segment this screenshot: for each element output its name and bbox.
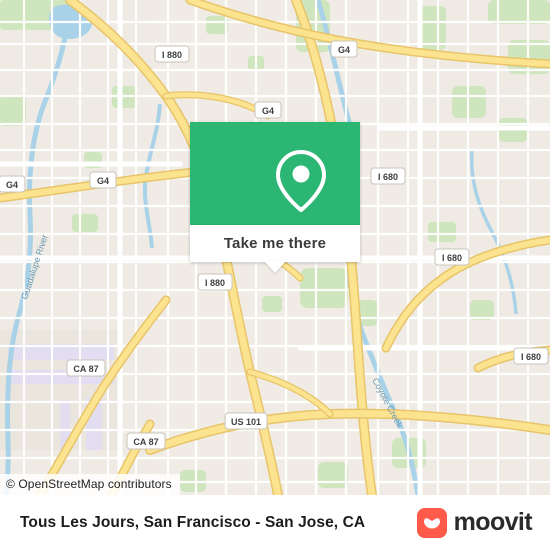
popup-body — [190, 122, 360, 225]
svg-text:I 680: I 680 — [442, 253, 462, 263]
svg-text:G4: G4 — [97, 176, 109, 186]
svg-text:I 680: I 680 — [378, 172, 398, 182]
svg-text:G4: G4 — [6, 180, 18, 190]
svg-text:US 101: US 101 — [231, 417, 261, 427]
svg-text:I 880: I 880 — [162, 50, 182, 60]
moovit-logo[interactable]: moovit — [416, 507, 533, 538]
moovit-mark-icon — [416, 507, 447, 538]
svg-text:I 680: I 680 — [521, 352, 541, 362]
map-canvas[interactable]: I 880 G4 G4 G4 G4 I 680 I 880 I 680 CA 8… — [0, 0, 550, 495]
svg-text:I 880: I 880 — [205, 278, 225, 288]
svg-text:G4: G4 — [338, 45, 350, 55]
moovit-wordmark: moovit — [453, 508, 533, 536]
svg-text:CA 87: CA 87 — [133, 437, 158, 447]
popup-tail — [264, 261, 286, 273]
map-screen: I 880 G4 G4 G4 G4 I 680 I 880 I 680 CA 8… — [0, 0, 550, 550]
take-me-there-button[interactable]: Take me there — [190, 225, 360, 262]
place-title: Tous Les Jours, San Francisco - San Jose… — [20, 513, 366, 531]
svg-text:CA 87: CA 87 — [73, 364, 98, 374]
map-attribution[interactable]: © OpenStreetMap contributors — [0, 474, 180, 495]
map-popup: Take me there — [190, 122, 360, 273]
footer-bar: Tous Les Jours, San Francisco - San Jose… — [0, 495, 550, 550]
svg-text:G4: G4 — [262, 106, 274, 116]
